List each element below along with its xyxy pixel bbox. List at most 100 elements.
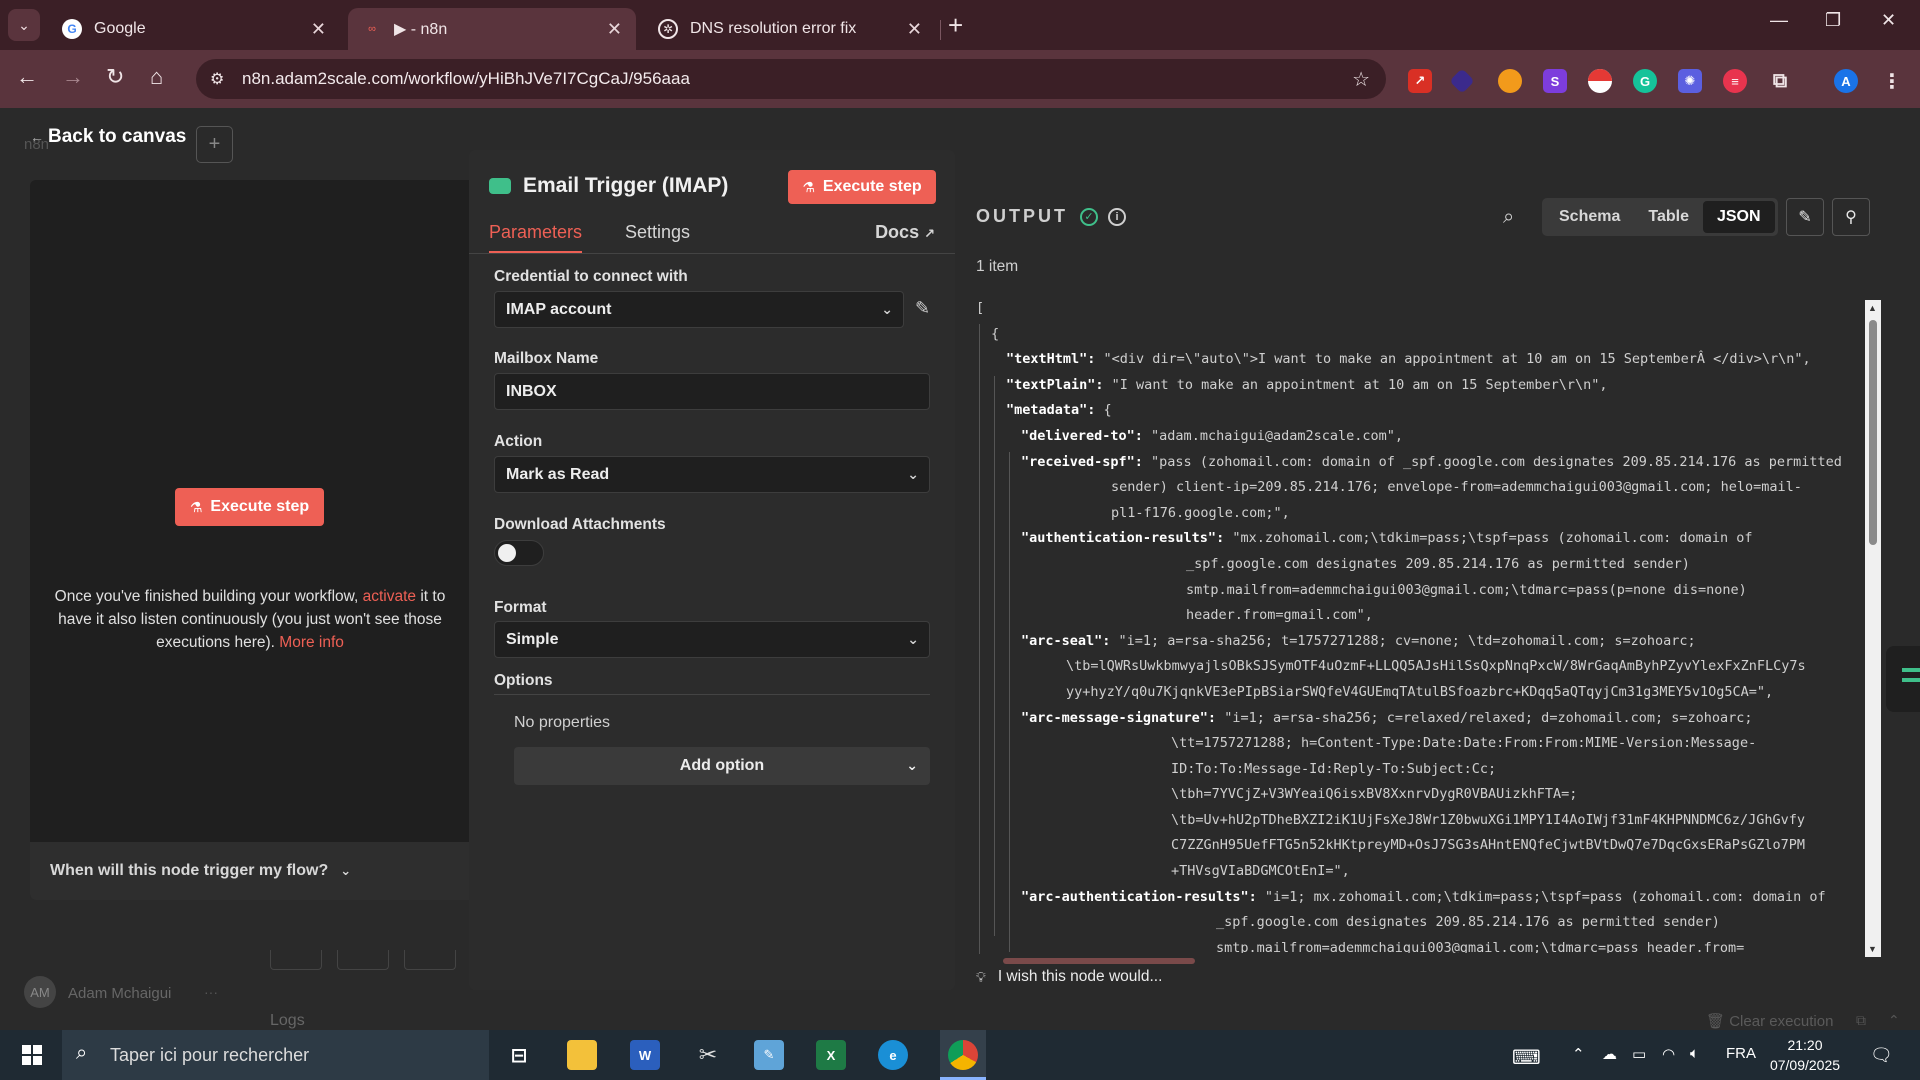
touch-keyboard-icon[interactable]: ⌨ — [1512, 1045, 1541, 1070]
task-view-icon[interactable]: ⊟ — [504, 1040, 534, 1070]
reload-icon[interactable]: ↻ — [106, 64, 124, 90]
back-to-canvas-link[interactable]: ← Back to canvas — [30, 126, 186, 148]
grammarly-icon[interactable]: G — [1633, 69, 1657, 93]
feedback-label: I wish this node would... — [997, 968, 1163, 985]
new-tab-button[interactable]: + — [948, 12, 963, 38]
logs-popout-icon[interactable]: ⧉ — [1856, 1012, 1866, 1029]
action-select[interactable]: Mark as Read ⌄ — [494, 456, 930, 493]
file-explorer-icon[interactable] — [567, 1040, 597, 1070]
extension-lines-icon[interactable]: ≡ — [1723, 69, 1747, 93]
logs-chevron-up-icon[interactable]: ⌃ — [1888, 1012, 1900, 1029]
execute-step-button[interactable]: ⚗ Execute step — [175, 488, 324, 526]
horizontal-scrollbar[interactable] — [1003, 958, 1195, 964]
profile-avatar[interactable]: A — [1834, 69, 1858, 93]
forward-icon[interactable]: → — [62, 64, 84, 90]
onedrive-icon[interactable]: ☁ — [1602, 1045, 1617, 1063]
json-value: "<div dir=\"auto\">I want to make an app… — [1095, 351, 1811, 368]
view-schema[interactable]: Schema — [1545, 201, 1634, 233]
scroll-down-icon[interactable]: ▼ — [1868, 944, 1877, 954]
json-text: ID:To:To:Message-Id:Reply-To:Subject:Cc; — [1171, 760, 1497, 777]
format-select[interactable]: Simple ⌄ — [494, 621, 930, 658]
site-settings-icon[interactable]: ⚙ — [210, 69, 224, 89]
extension-s-icon[interactable]: S — [1543, 69, 1567, 93]
download-attachments-toggle[interactable] — [494, 540, 544, 566]
tab-settings[interactable]: Settings — [625, 222, 690, 243]
add-option-button[interactable]: Add option ⌄ — [514, 747, 930, 785]
window-close-button[interactable]: ✕ — [1881, 10, 1896, 31]
volume-icon[interactable]: 🔈︎ — [1690, 1045, 1699, 1062]
credential-select[interactable]: IMAP account ⌄ — [494, 291, 904, 328]
clear-execution-button[interactable]: 🗑︎ Clear execution — [1706, 1012, 1833, 1030]
extension-arrow-icon[interactable]: ↗ — [1408, 69, 1432, 93]
scrollbar-thumb[interactable] — [1869, 320, 1877, 545]
json-text: pl1-f176.google.com;", — [1111, 504, 1290, 521]
taskbar-search-input[interactable]: ⌕ Taper ici pour rechercher — [62, 1030, 489, 1080]
extension-orange-icon[interactable] — [1498, 69, 1522, 93]
tab-dns-fix[interactable]: ✲ DNS resolution error fix ✕ — [644, 8, 936, 50]
extension-gear-icon[interactable]: ✺ — [1678, 69, 1702, 93]
user-menu-icon[interactable]: ··· — [204, 984, 218, 1000]
node-creator-tab[interactable] — [1886, 646, 1920, 712]
json-line: "metadata": { — [976, 398, 1866, 424]
docs-link[interactable]: Docs ↗ — [875, 222, 935, 243]
word-icon[interactable]: W — [630, 1040, 660, 1070]
language-indicator[interactable]: FRA — [1726, 1045, 1756, 1062]
search-icon[interactable]: ⌕ — [1503, 206, 1514, 229]
logs-label[interactable]: Logs — [270, 1012, 305, 1030]
view-json[interactable]: JSON — [1702, 201, 1775, 233]
tab-n8n[interactable]: ∞ ▶ - n8n ✕ — [348, 8, 636, 50]
json-line: smtp.mailfrom=ademmchaigui003@gmail.com;… — [976, 936, 1866, 953]
close-icon[interactable]: ✕ — [907, 19, 922, 40]
json-output-view[interactable]: [{"textHtml": "<div dir=\"auto\">I want … — [976, 296, 1866, 953]
json-key: "arc-seal": — [1021, 632, 1111, 649]
n8n-icon: ∞ — [368, 23, 376, 35]
json-line: \tt=1757271288; h=Content-Type:Date:Date… — [976, 731, 1866, 757]
node-parameters-panel: Email Trigger (IMAP) ⚗ Execute step Para… — [469, 150, 955, 990]
more-info-link[interactable]: More info — [279, 634, 344, 651]
extension-pokeball-icon[interactable] — [1588, 69, 1612, 93]
edit-credential-icon[interactable]: ✎ — [915, 298, 930, 319]
chevron-down-icon: ⌄ — [881, 301, 893, 317]
clock[interactable]: 21:20 07/09/2025 — [1760, 1035, 1850, 1075]
notes-app-icon[interactable]: ✎ — [754, 1040, 784, 1070]
wifi-icon[interactable]: ◠ — [1662, 1045, 1675, 1063]
notifications-icon[interactable]: 🗨︎ — [1870, 1045, 1893, 1066]
snipping-tool-icon[interactable]: ✂ — [693, 1040, 723, 1070]
restore-button[interactable]: ❐ — [1825, 10, 1841, 31]
home-icon[interactable]: ⌂ — [150, 64, 163, 90]
info-icon[interactable]: i — [1108, 207, 1126, 226]
url-input[interactable]: ⚙ n8n.adam2scale.com/workflow/yHiBhJVe7I… — [196, 59, 1386, 99]
user-avatar[interactable]: AM — [24, 976, 56, 1008]
add-node-button[interactable]: + — [196, 126, 233, 163]
browser-menu-icon[interactable]: ⋮ — [1880, 69, 1904, 93]
scroll-up-icon[interactable]: ▲ — [1868, 303, 1877, 313]
tab-search-button[interactable]: ⌄ — [8, 9, 40, 41]
close-icon[interactable]: ✕ — [311, 19, 326, 40]
trigger-question-toggle[interactable]: When will this node trigger my flow? ⌄ — [30, 842, 470, 900]
windows-start-icon[interactable] — [22, 1045, 42, 1065]
json-line: yy+hyzY/q0u7KjqnkVE3ePIpBSiarSWQfeV4GUEm… — [976, 680, 1866, 706]
battery-icon[interactable]: ▭ — [1632, 1045, 1646, 1063]
minimize-button[interactable]: — — [1770, 10, 1788, 31]
extensions-puzzle-icon[interactable]: ⧉ — [1768, 69, 1792, 93]
back-icon[interactable]: ← — [16, 64, 38, 90]
feedback-prompt[interactable]: 💡︎ I wish this node would... — [976, 968, 1162, 986]
activate-link[interactable]: activate — [363, 588, 416, 605]
pin-data-button[interactable]: ⚲ — [1832, 198, 1870, 236]
edit-output-button[interactable]: ✎ — [1786, 198, 1824, 236]
chevron-up-icon[interactable]: ⌃ — [1572, 1045, 1585, 1063]
json-text: C7ZZGnH95UefFTG5n52kHKtpreyMD+OsJ7SG3sAH… — [1171, 837, 1805, 854]
bookmark-star-icon[interactable]: ☆ — [1352, 67, 1370, 92]
chrome-taskbar-button[interactable] — [940, 1030, 986, 1080]
tab-parameters[interactable]: Parameters — [489, 222, 583, 253]
tab-google[interactable]: G Google ✕ — [48, 8, 340, 50]
mailbox-input[interactable]: INBOX — [494, 373, 930, 410]
google-icon: G — [62, 19, 82, 39]
vertical-scrollbar[interactable]: ▲ ▼ — [1865, 300, 1881, 957]
edge-icon[interactable]: e — [878, 1040, 908, 1070]
close-icon[interactable]: ✕ — [607, 19, 622, 40]
node-execute-step-button[interactable]: ⚗ Execute step — [788, 170, 936, 204]
view-table[interactable]: Table — [1634, 201, 1703, 233]
n8n-app: n8n ← Back to canvas + ⚗ Execute step Onc… — [0, 108, 1920, 1030]
excel-icon[interactable]: X — [816, 1040, 846, 1070]
